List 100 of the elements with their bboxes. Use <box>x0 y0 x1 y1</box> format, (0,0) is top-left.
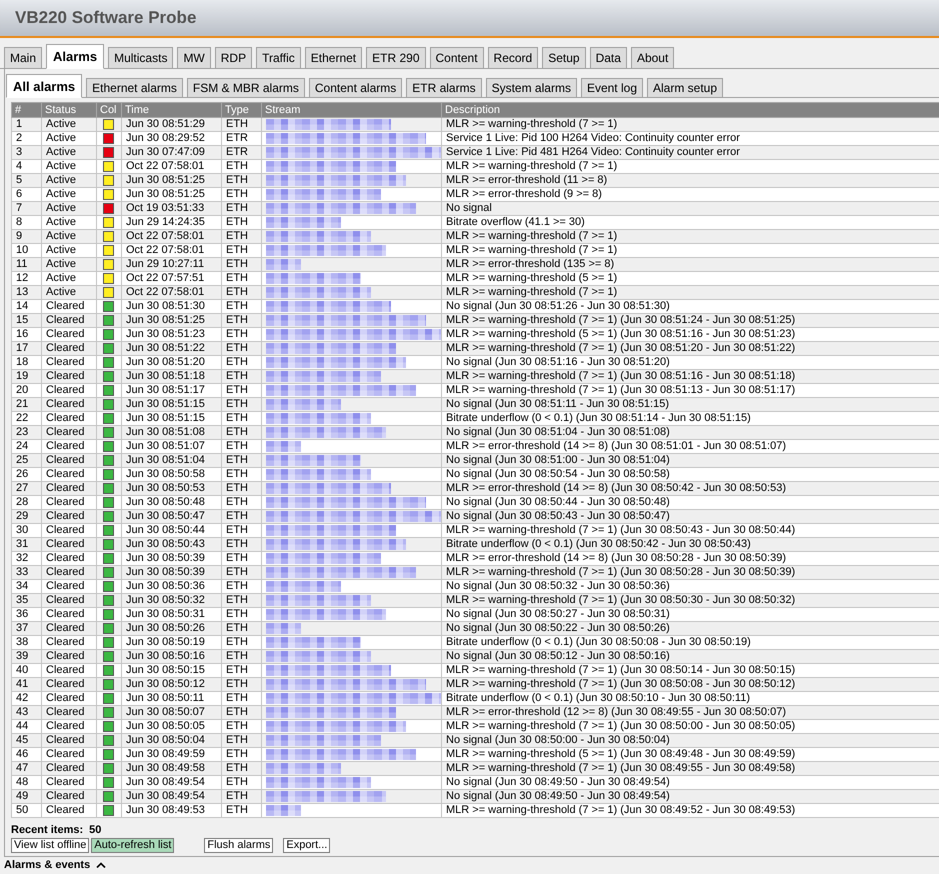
table-cell: Jun 30 08:50:12 <box>122 678 222 692</box>
table-cell: ETH <box>222 468 262 482</box>
table-cell: Cleared <box>42 314 96 328</box>
table-cell: Jun 30 08:50:07 <box>122 706 222 720</box>
table-cell: 38 <box>12 636 42 650</box>
alarm-tab[interactable]: Event log <box>580 78 643 98</box>
table-cell: ETH <box>222 286 262 300</box>
table-cell: Cleared <box>42 580 96 594</box>
table-cell: ETH <box>222 734 262 748</box>
nav-tab[interactable]: Main <box>4 47 42 69</box>
table-cell: Jun 30 08:50:16 <box>122 650 222 664</box>
table-cell: Cleared <box>42 804 96 818</box>
nav-tab[interactable]: Multicasts <box>108 47 174 69</box>
table-cell: ETH <box>222 342 262 356</box>
column-header: # <box>12 102 42 118</box>
table-cell: Cleared <box>42 398 96 412</box>
table-cell: ETH <box>222 524 262 538</box>
table-cell: Jun 30 08:50:48 <box>122 496 222 510</box>
table-cell: Cleared <box>42 356 96 370</box>
table-cell: ETH <box>222 510 262 524</box>
table-cell: Bitrate underflow (0 < 0.1) (Jun 30 08:50:08 - Jun 30 08:50:19) <box>442 636 939 650</box>
table-cell: Jun 30 08:51:15 <box>122 412 222 426</box>
nav-tab[interactable]: Setup <box>542 47 586 69</box>
nav-tab[interactable]: ETR 290 <box>366 47 426 69</box>
table-cell: 42 <box>12 692 42 706</box>
table-cell: 7 <box>12 202 42 216</box>
table-cell: Jun 29 10:27:11 <box>122 258 222 272</box>
table-cell: Jun 30 08:50:31 <box>122 608 222 622</box>
table-cell: Cleared <box>42 468 96 482</box>
table-cell: Active <box>42 272 96 286</box>
table-cell: 21 <box>12 398 42 412</box>
nav-tab[interactable]: RDP <box>214 47 252 69</box>
nav-tab[interactable]: Traffic <box>256 47 301 69</box>
table-cell: MLR >= warning-threshold (7 >= 1) (Jun 30 08:51:20 - Jun 30 08:51:22) <box>442 342 939 356</box>
table-cell: Cleared <box>42 664 96 678</box>
table-cell: Cleared <box>42 454 96 468</box>
table-cell: Jun 30 08:50:05 <box>122 720 222 734</box>
table-cell: No signal (Jun 30 08:50:00 - Jun 30 08:50:04) <box>442 734 939 748</box>
caret-up-icon[interactable] <box>96 862 106 868</box>
table-cell: ETH <box>222 370 262 384</box>
alarm-tab[interactable]: System alarms <box>486 78 577 98</box>
alarm-tab[interactable]: Alarm setup <box>647 78 724 98</box>
table-cell: ETH <box>222 258 262 272</box>
table-cell: ETH <box>222 482 262 496</box>
alarm-tab[interactable]: Ethernet alarms <box>86 78 183 98</box>
table-cell: 8 <box>12 216 42 230</box>
toggle-button[interactable]: View list offline <box>11 838 90 853</box>
alarm-tab[interactable]: FSM & MBR alarms <box>186 78 305 98</box>
alarm-tab[interactable]: All alarms <box>6 74 82 98</box>
table-cell: Cleared <box>42 692 96 706</box>
table-cell: 43 <box>12 706 42 720</box>
table-cell: Oct 19 03:51:33 <box>122 202 222 216</box>
table-cell: ETH <box>222 328 262 342</box>
table-cell: Service 1 Live: Pid 100 H264 Video: Continuity counter error <box>442 132 939 146</box>
nav-tab[interactable]: Ethernet <box>304 47 362 69</box>
table-cell: MLR >= warning-threshold (7 >= 1) (Jun 30 08:51:24 - Jun 30 08:51:25) <box>442 314 939 328</box>
table-cell: Bitrate overflow (41.1 >= 30) <box>442 216 939 230</box>
table-cell: Jun 30 08:50:47 <box>122 510 222 524</box>
nav-tab[interactable]: Record <box>488 47 538 69</box>
table-cell: 29 <box>12 510 42 524</box>
alarm-tab[interactable]: Content alarms <box>308 78 402 98</box>
action-button[interactable]: Export... <box>283 838 330 853</box>
table-cell: Cleared <box>42 426 96 440</box>
table-cell: Active <box>42 146 96 160</box>
table-cell: Cleared <box>42 622 96 636</box>
table-cell: Jun 30 08:29:52 <box>122 132 222 146</box>
nav-tab[interactable]: Data <box>590 47 627 69</box>
table-cell: Jun 30 08:51:18 <box>122 370 222 384</box>
action-button[interactable]: Flush alarms <box>204 838 274 853</box>
column-header: Stream <box>262 102 442 118</box>
table-cell: Bitrate underflow (0 < 0.1) (Jun 30 08:50:10 - Jun 30 08:50:11) <box>442 692 939 706</box>
pixelated-block <box>266 805 301 816</box>
table-cell: Cleared <box>42 384 96 398</box>
table-cell: Cleared <box>42 762 96 776</box>
table-cell: ETH <box>222 454 262 468</box>
table-cell: 47 <box>12 762 42 776</box>
table-cell: ETH <box>222 706 262 720</box>
table-cell: 41 <box>12 678 42 692</box>
table-cell: Jun 30 08:50:11 <box>122 692 222 706</box>
table-cell: Oct 22 07:58:01 <box>122 230 222 244</box>
table-cell: No signal (Jun 30 08:49:50 - Jun 30 08:49:54) <box>442 790 939 804</box>
alarm-tab[interactable]: ETR alarms <box>406 78 482 98</box>
nav-tab[interactable]: Alarms <box>46 44 104 69</box>
table-cell: Jun 30 08:51:23 <box>122 328 222 342</box>
table-cell: No signal (Jun 30 08:50:44 - Jun 30 08:50:48) <box>442 496 939 510</box>
nav-tab[interactable]: About <box>630 47 674 69</box>
table-cell: MLR >= warning-threshold (7 >= 1) (Jun 30 08:51:16 - Jun 30 08:51:18) <box>442 370 939 384</box>
toggle-button[interactable]: Auto-refresh list <box>91 838 174 853</box>
table-cell: ETH <box>222 300 262 314</box>
table-cell: Cleared <box>42 524 96 538</box>
table-cell: 40 <box>12 664 42 678</box>
nav-tab[interactable]: Content <box>430 47 484 69</box>
table-cell: 37 <box>12 622 42 636</box>
table-cell: ETH <box>222 692 262 706</box>
nav-tab[interactable]: MW <box>177 47 211 69</box>
table-cell: No signal (Jun 30 08:50:27 - Jun 30 08:50:31) <box>442 608 939 622</box>
table-cell: 15 <box>12 314 42 328</box>
table-cell: MLR >= warning-threshold (5 >= 1) (Jun 30 08:51:16 - Jun 30 08:51:23) <box>442 328 939 342</box>
table-cell: Jun 30 08:51:29 <box>122 118 222 132</box>
table-cell: 1 <box>12 118 42 132</box>
